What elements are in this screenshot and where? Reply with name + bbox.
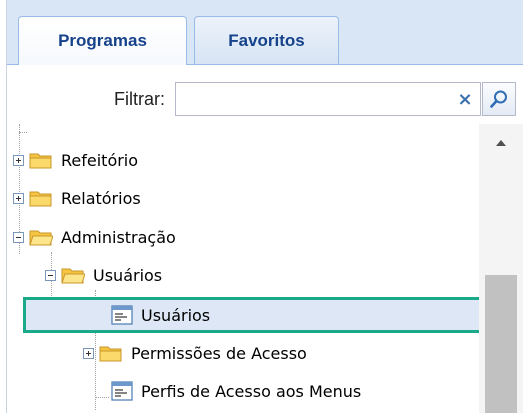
- clear-filter-button[interactable]: ×: [450, 83, 480, 115]
- folder-icon: [29, 191, 52, 207]
- tree-item-label: Usuários: [141, 305, 211, 325]
- scroll-thumb[interactable]: [485, 275, 517, 413]
- arrow-up-icon: [496, 140, 506, 146]
- tab-strip: Programas Favoritos: [7, 0, 523, 65]
- collapse-icon[interactable]: [45, 269, 56, 281]
- program-icon: [111, 305, 133, 325]
- tree-scrollbar[interactable]: [479, 124, 523, 413]
- tree-item-permissoes-de-acesso[interactable]: Permissões de Acesso: [83, 336, 307, 370]
- selected-row-highlight: [23, 297, 479, 333]
- tree-item-label: Administração: [61, 227, 176, 247]
- search-icon: [490, 90, 507, 108]
- program-icon: [111, 381, 133, 401]
- expand-icon[interactable]: [13, 192, 24, 204]
- tree-item-label: Perfis de Acesso aos Menus: [141, 381, 362, 401]
- search-button[interactable]: [482, 82, 516, 116]
- tree-connector: [95, 397, 109, 398]
- tab-favoritos[interactable]: Favoritos: [194, 16, 339, 64]
- filter-label: Filtrar:: [114, 88, 165, 109]
- expand-icon[interactable]: [13, 154, 24, 166]
- tree-item-refeitorio[interactable]: Refeitório: [13, 143, 138, 177]
- expand-icon[interactable]: [83, 347, 94, 359]
- tab-programas[interactable]: Programas: [18, 16, 187, 65]
- folder-icon: [29, 153, 52, 169]
- folder-icon: [99, 346, 122, 362]
- open-folder-icon: [61, 268, 85, 284]
- tree-item-relatorios[interactable]: Relatórios: [13, 181, 141, 215]
- tree-item-label: Usuários: [93, 265, 163, 285]
- filter-input[interactable]: [176, 83, 446, 115]
- tree-item-administracao[interactable]: Administração: [13, 220, 176, 254]
- tree-item-label: Permissões de Acesso: [131, 343, 307, 363]
- tree-connector: [19, 132, 27, 133]
- close-icon: ×: [457, 88, 473, 110]
- tree-item-perfis-de-acesso-aos-menus[interactable]: Perfis de Acesso aos Menus: [111, 374, 361, 408]
- open-folder-icon: [29, 230, 53, 246]
- scroll-up-button[interactable]: [479, 124, 523, 162]
- tree-item-usuarios-folder[interactable]: Usuários: [45, 258, 162, 292]
- program-tree: Refeitório Relatórios Administração Usuá…: [7, 124, 479, 413]
- collapse-icon[interactable]: [13, 231, 24, 243]
- tree-item-label: Refeitório: [61, 150, 139, 170]
- tree-item-usuarios-program[interactable]: Usuários: [111, 298, 210, 332]
- tree-item-label: Relatórios: [61, 188, 141, 208]
- filter-field: ×: [175, 82, 481, 116]
- programs-panel: Programas Favoritos Filtrar: × Refeitóri…: [0, 0, 523, 413]
